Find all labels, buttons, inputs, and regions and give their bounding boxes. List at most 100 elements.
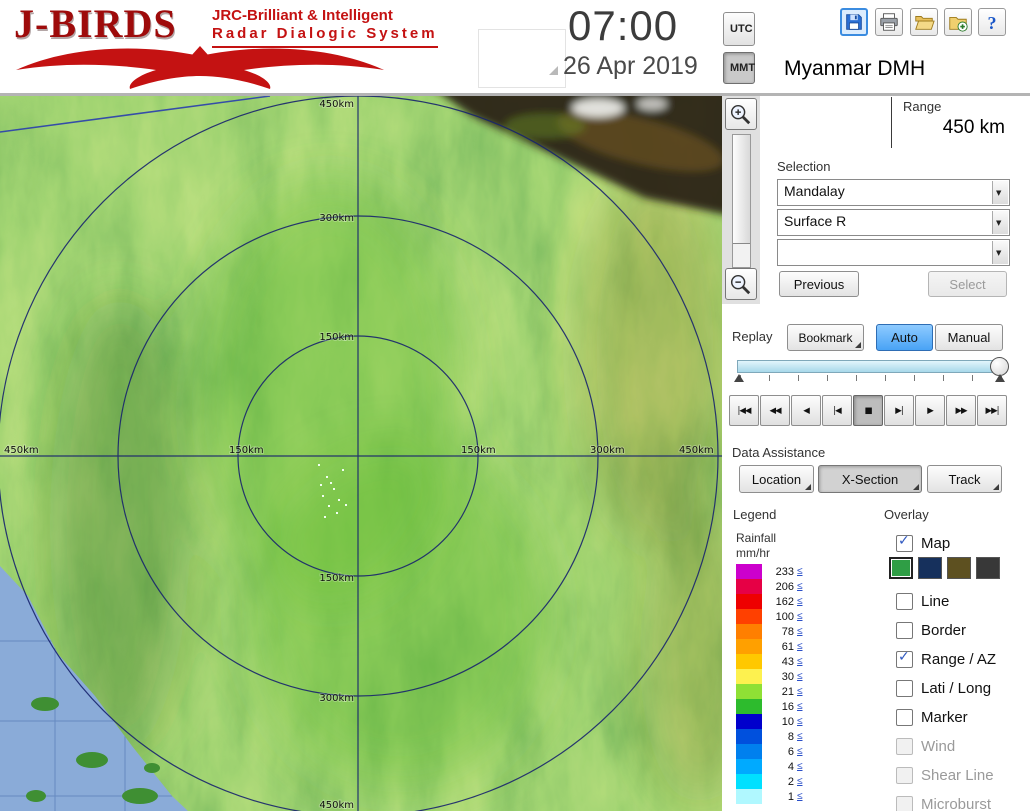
map-color-option-3[interactable] bbox=[976, 557, 1000, 579]
overlay-item-marker[interactable]: Marker bbox=[884, 705, 968, 729]
legend-value: 100 bbox=[775, 610, 794, 623]
replay-timeline-track[interactable] bbox=[737, 360, 1007, 373]
legend-color-swatch bbox=[736, 699, 762, 714]
clock-time: 07:00 bbox=[568, 2, 679, 49]
legend-color-swatch bbox=[736, 624, 762, 639]
overlay-item-lati-long[interactable]: Lati / Long bbox=[884, 676, 991, 700]
legend-color-swatch bbox=[736, 744, 762, 759]
radar-map-canvas: 450km 300km 150km 150km 300km 450km 450km 150km… bbox=[0, 96, 722, 811]
overlay-item-border[interactable]: Border bbox=[884, 618, 966, 642]
utc-button[interactable]: UTC bbox=[723, 12, 755, 46]
print-button[interactable] bbox=[875, 8, 903, 36]
zoom-slider-track[interactable] bbox=[732, 134, 751, 268]
legend-row: 61 ≤ bbox=[736, 639, 803, 654]
site-combobox[interactable]: Mandalay bbox=[777, 179, 1010, 206]
open-folder-button[interactable] bbox=[910, 8, 938, 36]
map-color-option-1[interactable] bbox=[918, 557, 942, 579]
date-marker-icon bbox=[549, 66, 558, 75]
transport-button-2[interactable]: ◀ bbox=[791, 395, 821, 426]
svg-text:450km: 450km bbox=[319, 99, 354, 110]
lte-symbol: ≤ bbox=[797, 626, 803, 637]
folder-icon bbox=[915, 16, 935, 30]
map-color-option-0[interactable] bbox=[889, 557, 913, 579]
printer-icon bbox=[880, 13, 898, 31]
overlay-item-label: Marker bbox=[921, 708, 968, 726]
lte-symbol: ≤ bbox=[797, 776, 803, 787]
mmt-button[interactable]: MMT bbox=[723, 52, 755, 84]
product-combobox[interactable]: Surface R bbox=[777, 209, 1010, 236]
zoom-out-button[interactable] bbox=[725, 268, 757, 300]
overlay-item-label: Microburst bbox=[921, 795, 992, 811]
legend-color-swatch bbox=[736, 774, 762, 789]
zoom-in-button[interactable] bbox=[725, 98, 757, 130]
svg-text:150km: 150km bbox=[229, 445, 264, 456]
chevron-down-icon[interactable] bbox=[992, 181, 1008, 204]
legend-value: 61 bbox=[781, 640, 794, 653]
checkbox-icon[interactable] bbox=[896, 708, 913, 726]
transport-button-1[interactable]: ◀◀ bbox=[760, 395, 790, 426]
legend-color-swatch bbox=[736, 579, 762, 594]
lte-symbol: ≤ bbox=[797, 671, 803, 682]
chevron-down-icon[interactable] bbox=[992, 241, 1008, 264]
overlay-item-range-az[interactable]: Range / AZ bbox=[884, 647, 996, 671]
checkbox-icon[interactable] bbox=[896, 592, 913, 610]
legend-value: 21 bbox=[781, 685, 794, 698]
checkbox-icon[interactable] bbox=[896, 533, 913, 552]
transport-button-8[interactable]: ▶▶| bbox=[977, 395, 1007, 426]
data-assistance-label: Data Assistance bbox=[732, 445, 826, 460]
checkbox-icon[interactable] bbox=[896, 621, 913, 639]
transport-button-5[interactable]: ▶| bbox=[884, 395, 914, 426]
x-section-button[interactable]: X-Section bbox=[818, 465, 922, 493]
header-bar: J-BIRDS JRC-Brilliant & Intelligent Rada… bbox=[0, 0, 1030, 96]
overlay-item-label: Line bbox=[921, 592, 950, 610]
overlay-item-line[interactable]: Line bbox=[884, 589, 949, 613]
checkbox-icon[interactable] bbox=[896, 679, 913, 697]
transport-button-6[interactable]: ▶ bbox=[915, 395, 945, 426]
legend-row: 6 ≤ bbox=[736, 744, 803, 759]
overlay-item-label: Range / AZ bbox=[921, 650, 997, 668]
save-button[interactable] bbox=[840, 8, 868, 36]
transport-button-0[interactable]: |◀◀ bbox=[729, 395, 759, 426]
transport-button-3[interactable]: |◀ bbox=[822, 395, 852, 426]
legend-row: 10 ≤ bbox=[736, 714, 803, 729]
legend-row: 206 ≤ bbox=[736, 579, 803, 594]
legend-row: 162 ≤ bbox=[736, 594, 803, 609]
transport-button-7[interactable]: ▶▶ bbox=[946, 395, 976, 426]
manual-button[interactable]: Manual bbox=[935, 324, 1003, 351]
overlay-item-microburst: Microburst bbox=[884, 792, 991, 811]
radar-map[interactable]: 450km 300km 150km 150km 300km 450km 450km 150km… bbox=[0, 96, 722, 811]
legend-color-swatch bbox=[736, 669, 762, 684]
station-name: Myanmar DMH bbox=[784, 57, 926, 80]
legend-row: 2 ≤ bbox=[736, 774, 803, 789]
previous-button[interactable]: Previous bbox=[779, 271, 859, 297]
chevron-down-icon[interactable] bbox=[992, 211, 1008, 234]
floppy-disk-icon bbox=[846, 14, 862, 30]
overlay-item-label: Map bbox=[921, 534, 951, 552]
lte-symbol: ≤ bbox=[797, 701, 803, 712]
auto-button[interactable]: Auto bbox=[876, 324, 933, 351]
timeline-start-marker-icon bbox=[734, 374, 744, 382]
checkbox-icon[interactable] bbox=[896, 649, 913, 668]
location-button[interactable]: Location bbox=[739, 465, 814, 493]
help-button[interactable]: ? bbox=[978, 8, 1006, 36]
timeline-end-marker-icon bbox=[995, 374, 1005, 382]
extra-combobox[interactable] bbox=[777, 239, 1010, 266]
track-button[interactable]: Track bbox=[927, 465, 1002, 493]
bookmark-button[interactable]: Bookmark bbox=[787, 324, 864, 351]
legend-value: 10 bbox=[781, 715, 794, 728]
select-button[interactable]: Select bbox=[928, 271, 1007, 297]
overlay-item-map[interactable]: Map bbox=[884, 531, 950, 555]
transport-button-4[interactable]: ■ bbox=[853, 395, 883, 426]
svg-text:300km: 300km bbox=[319, 693, 354, 704]
lte-symbol: ≤ bbox=[797, 566, 803, 577]
legend-color-swatch bbox=[736, 759, 762, 774]
range-value: 450 km bbox=[942, 117, 1005, 138]
svg-text:150km: 150km bbox=[319, 573, 354, 584]
legend-quantity: Rainfall bbox=[736, 531, 777, 545]
export-button[interactable] bbox=[944, 8, 972, 36]
map-color-option-2[interactable] bbox=[947, 557, 971, 579]
zoom-slider-thumb[interactable] bbox=[733, 135, 750, 244]
legend-color-swatch bbox=[736, 564, 762, 579]
map-color-options bbox=[889, 557, 1000, 579]
legend-row: 43 ≤ bbox=[736, 654, 803, 669]
